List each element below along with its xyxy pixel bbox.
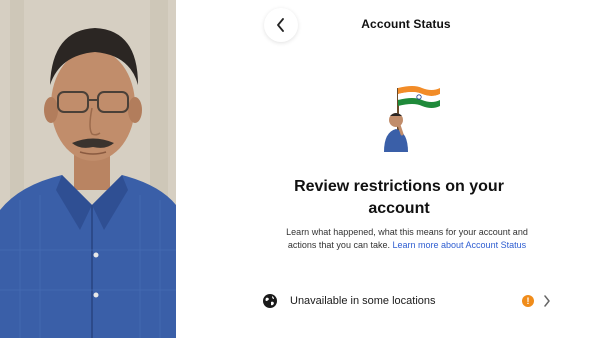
person-photo [0,0,176,338]
page-title: Account Status [361,17,451,31]
status-sticker-icon [376,82,442,152]
restrictions-description: Learn what happened, what this means for… [276,226,538,252]
account-status-screen: Account Status Review restrictions on yo… [176,0,600,338]
learn-more-link[interactable]: Learn more about Account Status [393,240,527,250]
row-label: Unavailable in some locations [290,295,436,307]
unavailable-locations-row[interactable]: Unavailable in some locations ! [262,290,552,312]
globe-icon [263,294,277,308]
screenshot-root: Account Status Review restrictions on yo… [0,0,600,338]
chevron-right-icon [544,295,550,307]
restrictions-headline: Review restrictions on your account [294,178,504,217]
back-button[interactable] [264,8,298,42]
person-photo-illustration [0,0,176,338]
exclamation-icon: ! [522,295,534,307]
chevron-left-icon [277,18,284,32]
